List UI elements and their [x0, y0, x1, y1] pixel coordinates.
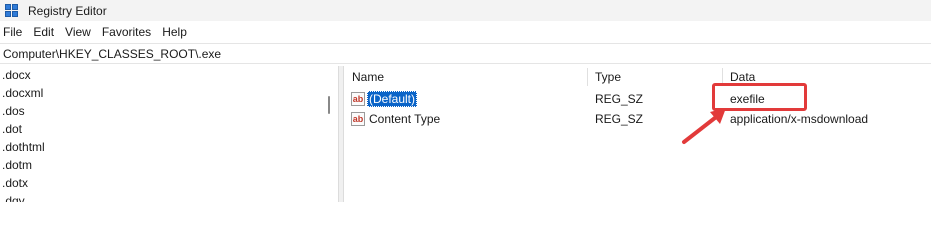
tree-scrollbar[interactable]: [320, 66, 338, 202]
tree-scrollbar-thumb[interactable]: [328, 96, 330, 114]
value-row-default[interactable]: ab (Default) REG_SZ exefile: [345, 89, 931, 109]
tree-item[interactable]: .docxml: [0, 84, 45, 102]
string-value-icon: ab: [351, 112, 365, 126]
value-type: REG_SZ: [595, 92, 644, 106]
column-header-type[interactable]: Type: [588, 66, 621, 88]
tree-item[interactable]: .dotx: [0, 174, 45, 192]
menu-favorites[interactable]: Favorites: [98, 25, 158, 39]
menu-bar: File Edit View Favorites Help: [0, 22, 931, 42]
menu-view[interactable]: View: [61, 25, 98, 39]
value-type: REG_SZ: [595, 112, 644, 126]
window-title: Registry Editor: [28, 3, 107, 18]
tree-item[interactable]: .dos: [0, 102, 45, 120]
tree-item[interactable]: .docx: [0, 66, 45, 84]
registry-editor-icon: [4, 3, 20, 19]
title-bar: Registry Editor: [0, 0, 931, 21]
value-row-content-type[interactable]: ab Content Type REG_SZ application/x-msd…: [345, 109, 931, 129]
list-header: Name Type Data: [345, 66, 931, 88]
value-name[interactable]: Content Type: [367, 111, 442, 127]
address-path: Computer\HKEY_CLASSES_ROOT\.exe: [3, 46, 222, 61]
tree-item[interactable]: .dothtml: [0, 138, 45, 156]
tree-item[interactable]: .dot: [0, 120, 45, 138]
column-header-name[interactable]: Name: [345, 66, 384, 88]
address-bar[interactable]: Computer\HKEY_CLASSES_ROOT\.exe: [0, 43, 931, 64]
values-list: Name Type Data ab (Default) REG_SZ exefi…: [345, 66, 931, 202]
tree-item[interactable]: .dotm: [0, 156, 45, 174]
menu-file[interactable]: File: [0, 25, 29, 39]
tree-item[interactable]: .dqy: [0, 192, 45, 202]
pane-splitter[interactable]: [338, 66, 344, 202]
key-tree[interactable]: .docx .docxml .dos .dot .dothtml .dotm .…: [0, 66, 338, 202]
menu-edit[interactable]: Edit: [29, 25, 61, 39]
value-data: application/x-msdownload: [730, 112, 869, 126]
menu-help[interactable]: Help: [158, 25, 194, 39]
annotation-arrow-icon: [682, 108, 726, 144]
string-value-icon: ab: [351, 92, 365, 106]
value-name[interactable]: (Default): [367, 91, 418, 107]
